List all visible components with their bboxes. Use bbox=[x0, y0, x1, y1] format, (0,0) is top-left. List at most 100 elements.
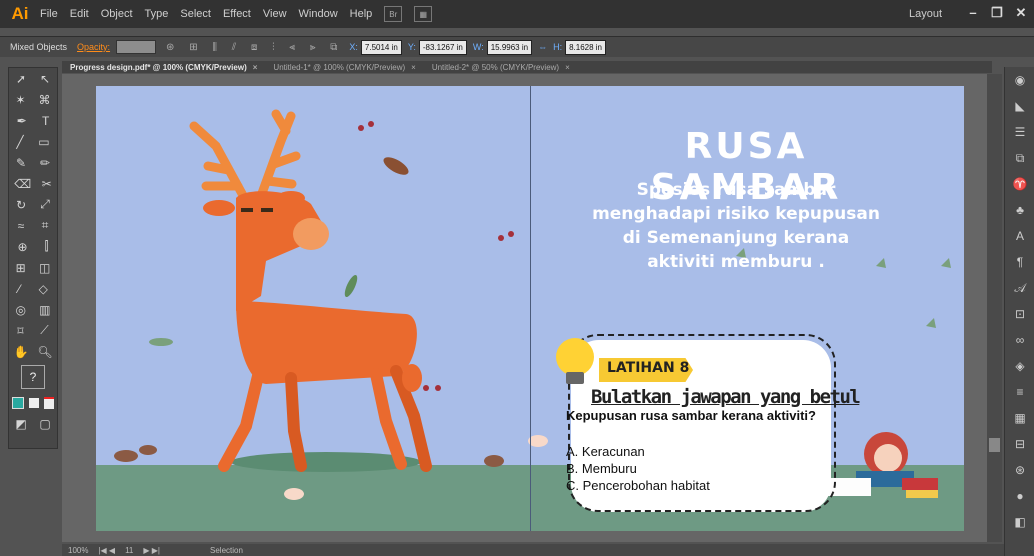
next-artboard-icon[interactable]: ▶ ▶| bbox=[143, 546, 160, 555]
align-icons[interactable]: ⊛ ⊞ ⫼ ⫽ ⧈ ⫶ ⫷ ⫸ ⧉ bbox=[166, 42, 343, 53]
eraser-icon[interactable]: ⌫ bbox=[14, 177, 31, 191]
menu-type[interactable]: Type bbox=[145, 8, 169, 20]
artboard[interactable]: RUSA SAMBAR Spesies rusa sambar menghada… bbox=[96, 86, 964, 531]
rectangle-tool-icon[interactable]: ▭ bbox=[38, 135, 49, 149]
selection-tool-icon[interactable]: ➚ bbox=[16, 72, 26, 86]
workspace-switcher[interactable]: Layout bbox=[909, 8, 942, 20]
warp-icon[interactable]: ≈ bbox=[18, 219, 25, 233]
scale-icon[interactable]: ⤢ bbox=[40, 197, 50, 212]
draw-mode-icon[interactable]: ◩ bbox=[15, 417, 26, 431]
gradient-icon[interactable]: ◫ bbox=[39, 261, 50, 275]
free-transform-icon[interactable]: ⌗ bbox=[42, 218, 49, 233]
opentype-icon[interactable]: 𝒜 bbox=[1005, 275, 1034, 301]
menu-help[interactable]: Help bbox=[350, 8, 373, 20]
h-field[interactable]: 8.1628 in bbox=[565, 39, 606, 55]
y-field[interactable]: -83.1267 in bbox=[418, 39, 467, 55]
layers-icon[interactable]: ◈ bbox=[1005, 353, 1034, 379]
rotate-icon[interactable]: ↻ bbox=[16, 198, 26, 212]
current-tool-label: Selection bbox=[210, 545, 243, 555]
color-mode-icon[interactable] bbox=[11, 396, 24, 409]
transparency-icon[interactable]: ◧ bbox=[1005, 509, 1034, 535]
symbols-icon[interactable]: ♣ bbox=[1005, 197, 1034, 223]
close-icon[interactable]: ✕ bbox=[1010, 4, 1032, 22]
close-tab-icon[interactable]: × bbox=[411, 63, 416, 72]
color-panel-icon[interactable]: ◉ bbox=[1005, 67, 1034, 93]
arrange-documents-icon[interactable]: ▦ bbox=[414, 6, 433, 22]
perspective-icon[interactable]: ⫿ bbox=[45, 239, 49, 254]
close-tab-icon[interactable]: × bbox=[565, 63, 570, 72]
slice-icon[interactable]: ⟋ bbox=[40, 323, 48, 338]
menu-select[interactable]: Select bbox=[180, 8, 211, 20]
color-guide-icon[interactable]: ◣ bbox=[1005, 93, 1034, 119]
bridge-icon[interactable]: Br bbox=[384, 6, 403, 22]
description-text: Spesies rusa sambar menghadapi risiko ke… bbox=[592, 180, 880, 272]
control-bar: Mixed Objects Opacity: ⊛ ⊞ ⫼ ⫽ ⧈ ⫶ ⫷ ⫸ ⧉… bbox=[0, 36, 1034, 57]
character-icon[interactable]: A bbox=[1005, 223, 1034, 249]
x-field[interactable]: 7.5014 in bbox=[360, 39, 402, 55]
mesh-icon[interactable]: ⊞ bbox=[16, 261, 26, 275]
opacity-link[interactable]: Opacity: bbox=[77, 42, 110, 52]
first-artboard-icon[interactable]: |◀ ◀ bbox=[98, 546, 115, 555]
app-logo: Ai bbox=[11, 4, 29, 23]
pencil-icon[interactable]: ✏ bbox=[40, 156, 50, 170]
instruction-heading: Bulatkan jawapan yang betul bbox=[591, 386, 861, 408]
brushes-icon[interactable]: ♈ bbox=[1005, 171, 1034, 197]
graphic-styles-icon[interactable]: ● bbox=[1005, 483, 1034, 509]
restore-icon[interactable]: ❐ bbox=[986, 4, 1008, 22]
hand-icon[interactable]: ✋ bbox=[13, 345, 28, 359]
magic-wand-icon[interactable]: ✶ bbox=[15, 93, 25, 107]
symbol-sprayer-icon[interactable]: ◎ bbox=[16, 303, 26, 317]
menu-view[interactable]: View bbox=[263, 8, 287, 20]
type-tool-icon[interactable]: T bbox=[42, 114, 49, 128]
link-icon[interactable]: ⇔ bbox=[538, 42, 547, 52]
tab-untitled-1[interactable]: Untitled-1* @ 100% (CMYK/Preview) × bbox=[265, 63, 423, 72]
menu-object[interactable]: Object bbox=[101, 8, 133, 20]
menu-edit[interactable]: Edit bbox=[70, 8, 89, 20]
pathfinder-icon[interactable]: ⧉ bbox=[1005, 145, 1034, 171]
direct-selection-tool-icon[interactable]: ↖ bbox=[40, 72, 50, 86]
appearance-icon[interactable]: ⊛ bbox=[1005, 457, 1034, 483]
menu-window[interactable]: Window bbox=[299, 8, 338, 20]
stroke-icon[interactable]: ≡ bbox=[1005, 379, 1034, 405]
gradient-mode-icon[interactable] bbox=[28, 397, 39, 408]
w-field[interactable]: 15.9963 in bbox=[486, 39, 533, 55]
close-tab-icon[interactable]: × bbox=[253, 63, 258, 72]
tab-progress-design[interactable]: Progress design.pdf* @ 100% (CMYK/Previe… bbox=[62, 63, 265, 72]
none-mode-icon[interactable] bbox=[44, 396, 55, 409]
pen-tool-icon[interactable]: ✒ bbox=[17, 114, 27, 128]
exercise-badge-label: LATIHAN 8 bbox=[607, 360, 690, 376]
artboard-number-field[interactable]: 11 bbox=[125, 546, 133, 555]
transform-icon[interactable]: ⊡ bbox=[1005, 301, 1034, 327]
align-panel-icon[interactable]: ☰ bbox=[1005, 119, 1034, 145]
zoom-field[interactable]: 100% bbox=[68, 546, 88, 555]
artboard-icon[interactable]: ⌑ bbox=[17, 324, 23, 338]
question-text: Kepupusan rusa sambar kerana aktiviti? bbox=[566, 408, 816, 423]
page-divider bbox=[530, 86, 531, 531]
option-a: A. Keracunan bbox=[566, 444, 645, 459]
x-label: X: bbox=[349, 42, 358, 52]
opacity-field[interactable] bbox=[116, 40, 157, 54]
minimize-icon[interactable]: – bbox=[962, 4, 984, 22]
paintbrush-icon[interactable]: ✎ bbox=[16, 156, 26, 170]
lightbulb-icon bbox=[556, 338, 594, 376]
shape-builder-icon[interactable]: ⊕ bbox=[18, 240, 28, 254]
vertical-scrollbar[interactable] bbox=[987, 74, 1002, 542]
scissors-icon[interactable]: ✂ bbox=[42, 177, 52, 191]
fill-stroke-swatch[interactable]: ? bbox=[21, 365, 45, 389]
paragraph-icon[interactable]: ¶ bbox=[1005, 249, 1034, 275]
line-tool-icon[interactable]: ╱ bbox=[16, 135, 23, 149]
w-label: W: bbox=[472, 42, 484, 52]
menu-effect[interactable]: Effect bbox=[223, 8, 251, 20]
option-b: B. Memburu bbox=[566, 461, 637, 476]
zoom-icon[interactable]: 🔍︎ bbox=[37, 345, 52, 359]
menu-file[interactable]: File bbox=[40, 8, 58, 20]
eyedropper-icon[interactable]: ⁄ bbox=[18, 282, 20, 296]
artboards-icon[interactable]: ⊟ bbox=[1005, 431, 1034, 457]
links-icon[interactable]: ∞ bbox=[1005, 327, 1034, 353]
screen-mode-icon[interactable]: ▢ bbox=[39, 417, 50, 431]
lasso-icon[interactable]: ⌘ bbox=[39, 93, 51, 107]
blend-icon[interactable]: ◇ bbox=[39, 282, 48, 296]
swatches-icon[interactable]: ▦ bbox=[1005, 405, 1034, 431]
graph-icon[interactable]: ▥ bbox=[39, 303, 50, 317]
tab-untitled-2[interactable]: Untitled-2* @ 50% (CMYK/Preview) × bbox=[424, 63, 578, 72]
